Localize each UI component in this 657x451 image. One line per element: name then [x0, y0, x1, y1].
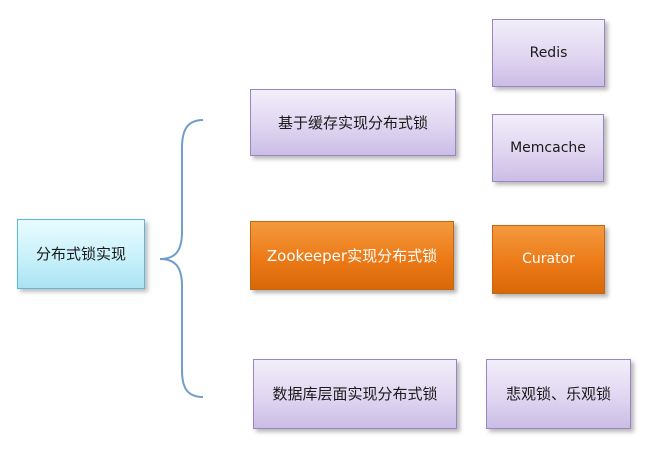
branch-node-label: 基于缓存实现分布式锁 [277, 113, 428, 132]
root-node-label: 分布式锁实现 [35, 245, 126, 263]
root-node: 分布式锁实现 [17, 219, 145, 289]
branch-node-database: 数据库层面实现分布式锁 [253, 359, 457, 429]
branch-node-label: Zookeeper实现分布式锁 [266, 246, 438, 265]
leaf-node-locks: 悲观锁、乐观锁 [486, 359, 631, 429]
bracket-path [159, 119, 204, 398]
leaf-node-memcache: Memcache [492, 114, 604, 182]
branch-node-zookeeper: Zookeeper实现分布式锁 [250, 221, 454, 290]
leaf-node-curator: Curator [492, 225, 605, 294]
leaf-node-label: Memcache [510, 139, 586, 156]
leaf-node-redis: Redis [492, 19, 605, 87]
leaf-node-label: Redis [529, 44, 568, 61]
branch-node-cache: 基于缓存实现分布式锁 [250, 89, 456, 156]
branch-node-label: 数据库层面实现分布式锁 [272, 385, 438, 403]
leaf-node-label: 悲观锁、乐观锁 [505, 385, 611, 403]
leaf-node-label: Curator [522, 251, 575, 268]
